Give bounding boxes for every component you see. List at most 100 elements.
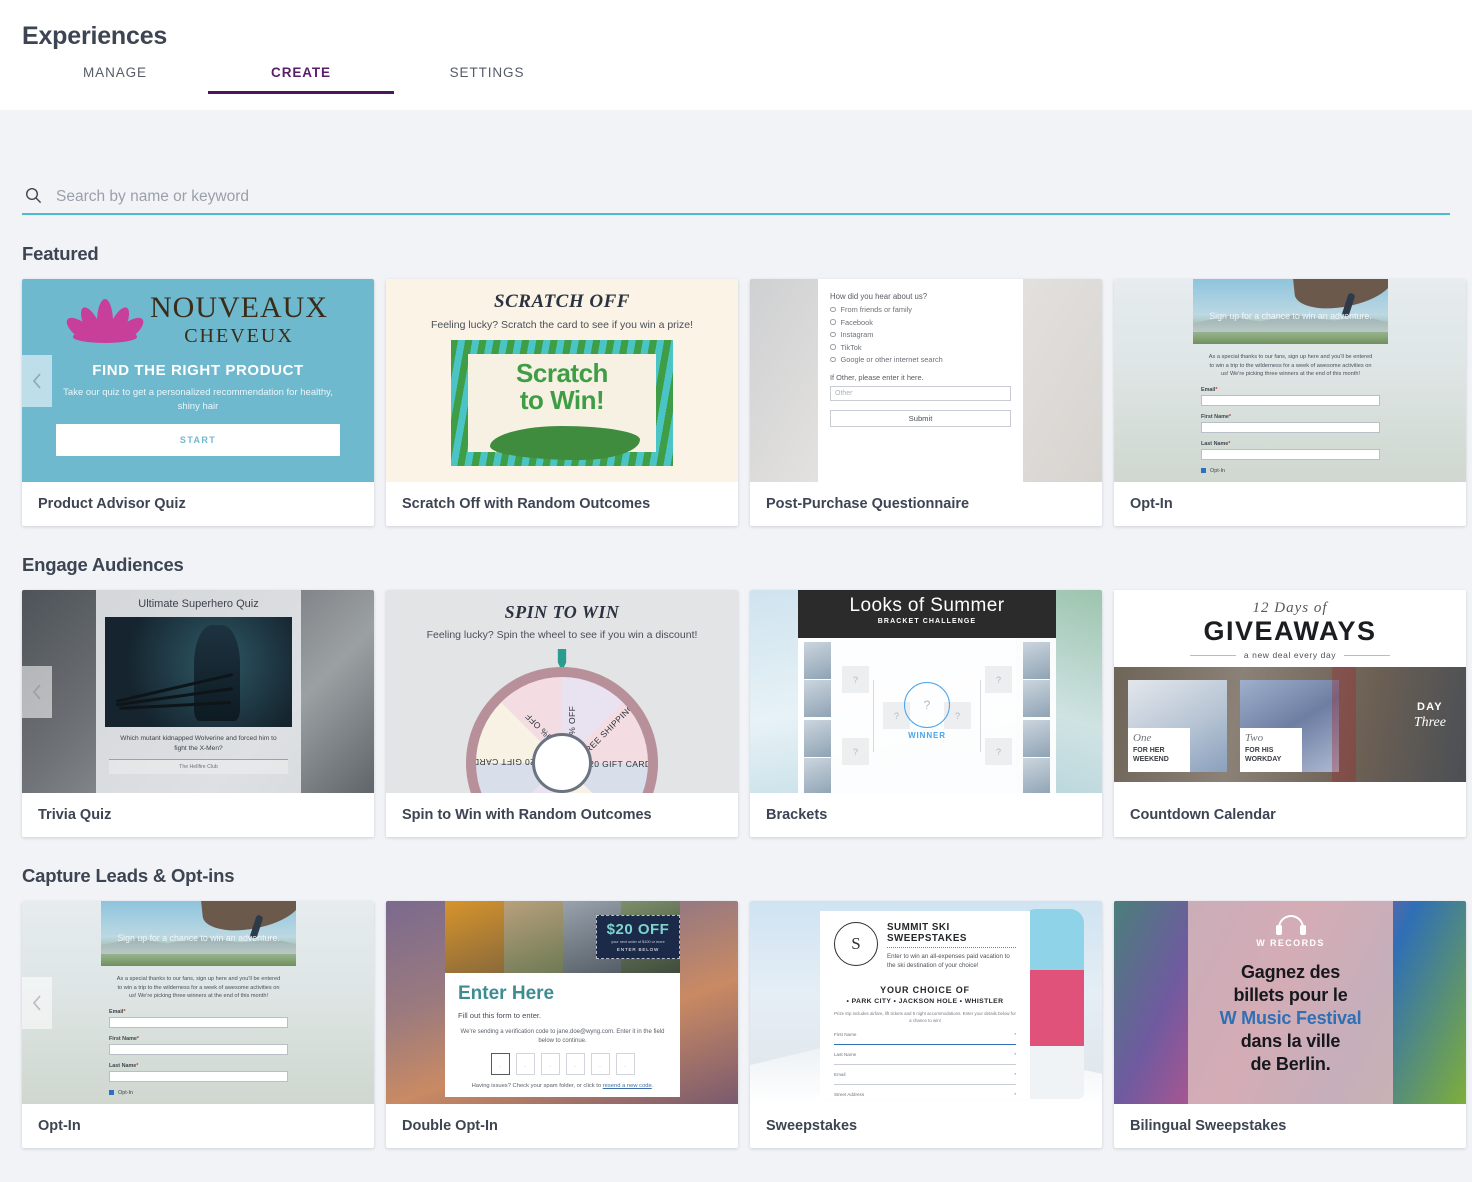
question-text: How did you hear about us? (830, 292, 928, 301)
choice-list: • PARK CITY • JACKSON HOLE • WHISTLER (846, 997, 1004, 1005)
field-label: First Name* (109, 1035, 139, 1042)
fine-print: Prize trip includes airfare, lift ticket… (834, 1010, 1016, 1024)
radio-option: Facebook (830, 318, 1011, 327)
search-bar[interactable] (22, 182, 1450, 215)
card-title: Post-Purchase Questionnaire (766, 496, 970, 512)
field-label: First Name* (1201, 413, 1231, 420)
radio-option: From friends or family (830, 305, 1011, 314)
countdown-line3-row: a new deal every day (1114, 650, 1466, 660)
double-sub: Fill out this form to enter. (458, 1011, 542, 1020)
scratch-card-art: Scratch to Win! (451, 340, 673, 466)
card-title: Double Opt-In (402, 1118, 498, 1134)
code-box: · (540, 1053, 560, 1075)
lotus-icon (62, 297, 148, 345)
card-thumbnail: Sign up for a chance to win an adventure… (22, 901, 374, 1104)
tab-settings[interactable]: SETTINGS (394, 65, 580, 94)
card-scratch-off[interactable]: SCRATCH OFF Feeling lucky? Scratch the c… (386, 279, 738, 526)
card-thumbnail: W RECORDS Gagnez des billets pour le W M… (1114, 901, 1466, 1104)
search-input[interactable] (54, 188, 1450, 208)
tab-manage[interactable]: MANAGE (22, 65, 208, 94)
trivia-title: Ultimate Superhero Quiz (138, 598, 259, 610)
card-title: Opt-In (1130, 496, 1173, 512)
bracket-slot: ? (842, 666, 869, 693)
card-row-featured: NOUVEAUX CHEVEUX FIND THE RIGHT PRODUCT … (22, 279, 1466, 526)
radio-icon (830, 331, 836, 338)
card-thumbnail: SPIN TO WIN Feeling lucky? Spin the whee… (386, 590, 738, 793)
first-name-field: First Name * (834, 1032, 1016, 1045)
countdown-line2: GIVEAWAYS (1203, 616, 1377, 646)
bracket-title: Looks of Summer (849, 595, 1005, 616)
submit-button: Submit (830, 410, 1011, 427)
radio-label: Google or other internet search (840, 355, 943, 364)
card-thumbnail: How did you hear about us? From friends … (750, 279, 1102, 482)
page-title: Experiences (22, 22, 168, 50)
carousel-prev-button[interactable] (22, 354, 52, 407)
scratch-word-2: to Win! (519, 384, 605, 415)
card-bilingual-sweepstakes[interactable]: W RECORDS Gagnez des billets pour le W M… (1114, 901, 1466, 1148)
card-title: Countdown Calendar (1130, 807, 1276, 823)
verification-text: We're sending a verification code to jan… (460, 1029, 665, 1044)
bracket-subtitle: BRACKET CHALLENGE (877, 618, 977, 625)
radio-label: TikTok (840, 342, 862, 352)
radio-option: Google or other internet search (830, 355, 1011, 364)
code-box: · (515, 1053, 535, 1075)
card-countdown-calendar[interactable]: 12 Days of GIVEAWAYS a new deal every da… (1114, 590, 1466, 837)
optin-description: As a special thanks to our fans, sign up… (116, 976, 281, 1000)
trivia-question: Which mutant kidnapped Wolverine and for… (120, 735, 277, 752)
optin-description: As a special thanks to our fans, sign up… (1208, 354, 1373, 378)
card-double-opt-in[interactable]: $20 OFF your next order of $100 or more … (386, 901, 738, 1148)
sweep-sub: Enter to win an all-expenses paid vacati… (887, 953, 1010, 970)
optin-checkbox-row: Opt-In (1201, 468, 1380, 474)
bracket-winner-label: WINNER (908, 731, 946, 740)
card-trivia-quiz[interactable]: Ultimate Superhero Quiz Which mutant kid… (22, 590, 374, 837)
main-content: Featured NOUVEAUX CHEVEUX FIND THE RIGHT… (0, 110, 1472, 1148)
card-opt-in-featured[interactable]: Sign up for a chance to win an adventure… (1114, 279, 1466, 526)
radio-option: Instagram (830, 330, 1011, 339)
wheel-segment: $20 GIFT CARD (584, 759, 648, 769)
first-name-field (1201, 421, 1380, 433)
carousel-prev-button[interactable] (22, 976, 52, 1029)
chevron-left-icon (32, 994, 41, 1011)
quiz-start-button[interactable]: START (56, 423, 340, 456)
section-title-capture-leads: Capture Leads & Opt-ins (22, 865, 235, 886)
countdown-line3: a new deal every day (1243, 650, 1337, 660)
card-title: Trivia Quiz (38, 807, 112, 823)
headphones-icon (1275, 915, 1306, 935)
scratch-title: SCRATCH OFF (494, 291, 630, 312)
section-title-featured: Featured (22, 243, 99, 264)
card-sweepstakes[interactable]: S SUMMIT SKI SWEEPSTAKES Enter to win an… (750, 901, 1102, 1148)
card-title: Product Advisor Quiz (38, 496, 186, 512)
carousel-prev-button[interactable] (22, 665, 52, 718)
card-brackets[interactable]: Looks of Summer BRACKET CHALLENGE ? ? ? … (750, 590, 1102, 837)
tab-create[interactable]: CREATE (208, 65, 394, 94)
tile-caption: FOR HER WEEKEND (1133, 747, 1169, 764)
radio-label: From friends or family (840, 305, 912, 314)
radio-icon (830, 319, 836, 325)
tile-number: One (1133, 732, 1152, 744)
card-title: Brackets (766, 807, 828, 823)
resend-text: Having issues? Check your spam folder, o… (471, 1083, 603, 1089)
card-title: Sweepstakes (766, 1118, 858, 1134)
code-box: · (565, 1053, 585, 1075)
card-product-advisor-quiz[interactable]: NOUVEAUX CHEVEUX FIND THE RIGHT PRODUCT … (22, 279, 374, 526)
tile-caption: FOR HIS WORKDAY (1245, 747, 1282, 764)
checkbox-label: Opt-In (118, 1089, 133, 1096)
card-spin-to-win[interactable]: SPIN TO WIN Feeling lucky? Spin the whee… (386, 590, 738, 837)
card-row-engage: Ultimate Superhero Quiz Which mutant kid… (22, 590, 1466, 837)
checkbox-icon (109, 1090, 114, 1096)
day-value: Three (1413, 715, 1446, 730)
optin-checkbox-row: Opt-In (109, 1090, 288, 1096)
checkbox-icon (1201, 468, 1206, 474)
brand-seal-icon: S (834, 922, 878, 966)
coupon-sub: your next order of $100 or more (611, 940, 665, 944)
brand-name-line1: NOUVEAUX (150, 291, 328, 324)
card-opt-in[interactable]: Sign up for a chance to win an adventure… (22, 901, 374, 1148)
bracket-slot: ? (842, 738, 869, 765)
code-box: · (615, 1053, 635, 1075)
card-post-purchase-questionnaire[interactable]: How did you hear about us? From friends … (750, 279, 1102, 526)
card-thumbnail: SCRATCH OFF Feeling lucky? Scratch the c… (386, 279, 738, 482)
brand-logo: NOUVEAUX CHEVEUX (22, 293, 374, 348)
checkbox-label: Opt-In (1210, 467, 1225, 474)
card-title: Bilingual Sweepstakes (1130, 1118, 1287, 1134)
card-thumbnail: Looks of Summer BRACKET CHALLENGE ? ? ? … (750, 590, 1102, 793)
